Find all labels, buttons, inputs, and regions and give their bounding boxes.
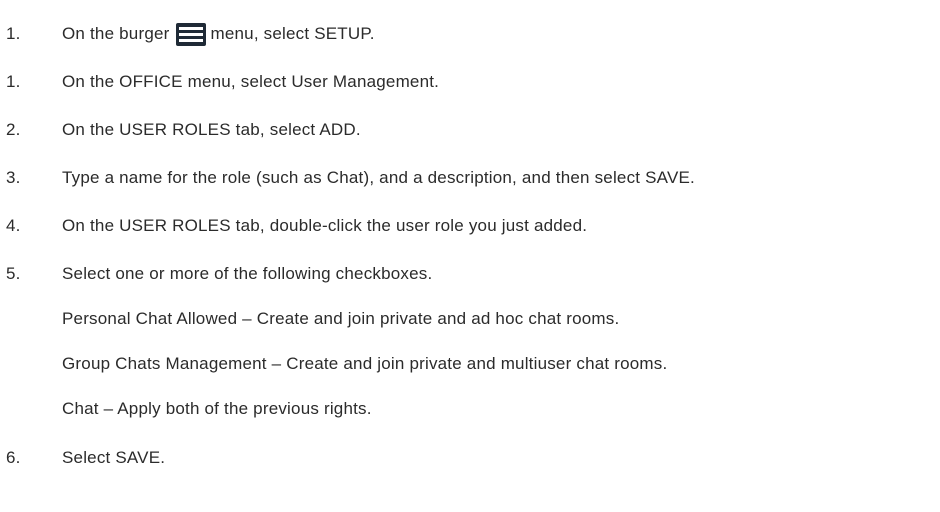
step-text: On the USER ROLES tab, double-click the … — [62, 216, 588, 235]
step-text: Select one or more of the following chec… — [62, 264, 433, 283]
step-text: Select SAVE. — [62, 448, 166, 467]
step-number: 2. — [6, 120, 21, 139]
step-number: 1. — [6, 72, 21, 91]
checkbox-option-text: Chat – Apply both of the previous rights… — [62, 399, 372, 418]
checkbox-option-text: Personal Chat Allowed – Create and join … — [62, 309, 620, 328]
step-text-after-icon: menu, select SETUP. — [210, 24, 375, 43]
step-number: 5. — [6, 264, 21, 283]
step-text: Type a name for the role (such as Chat),… — [62, 168, 695, 187]
step-number: 6. — [6, 448, 21, 467]
checkbox-option-text: Group Chats Management – Create and join… — [62, 354, 668, 373]
step-number: 3. — [6, 168, 21, 187]
step-text: On the OFFICE menu, select User Manageme… — [62, 72, 440, 91]
step-number: 4. — [6, 216, 21, 235]
step-number: 1. — [6, 24, 21, 43]
step-text: On the USER ROLES tab, select ADD. — [62, 120, 361, 139]
step-text-before-icon: On the burger — [62, 24, 170, 43]
step-text: On the burger menu, select SETUP. — [62, 22, 375, 46]
burger-menu-icon — [175, 22, 206, 46]
